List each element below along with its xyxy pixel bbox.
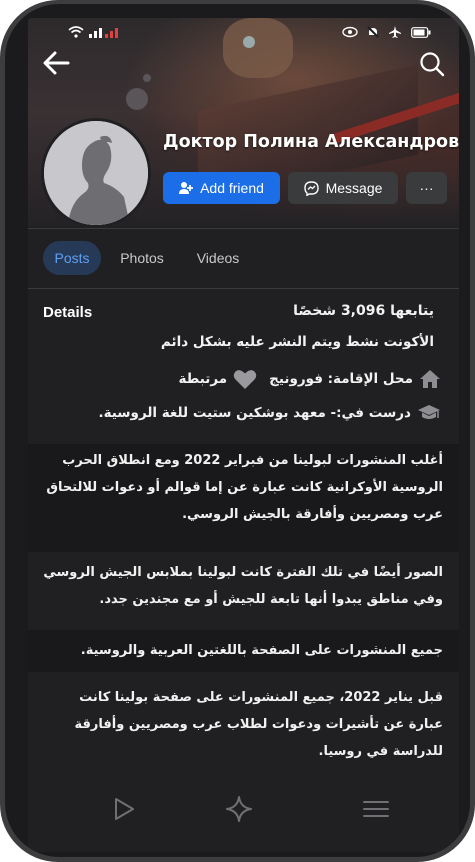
wifi-icon [68,26,89,41]
message-button[interactable]: Message [288,172,398,204]
divider [28,288,459,289]
status-icons [341,26,431,41]
add-friend-label: Add friend [200,180,264,196]
residence-text: محل الإقامة: فورونيج [269,371,413,387]
message-label: Message [325,180,383,196]
add-friend-button[interactable]: Add friend [163,172,280,204]
play-icon[interactable] [109,794,139,824]
divider [28,228,459,229]
details-heading: Details [43,304,93,321]
messenger-icon [303,180,319,196]
tab-posts[interactable]: Posts [43,241,101,275]
info-residence: محل الإقامة: فورونيج مرتبطة [178,366,441,392]
graduation-cap-icon [417,403,441,423]
battery-icon [411,27,431,41]
tab-photos[interactable]: Photos [107,241,177,275]
eye-icon [341,26,368,41]
search-icon[interactable] [419,51,445,77]
sparkle-icon[interactable] [224,794,254,824]
add-person-icon [179,182,194,194]
cellular-signal-icon [88,27,119,41]
back-arrow-icon[interactable] [42,48,72,78]
status-bar [28,24,459,44]
annotation-note: الصور أيضًا في تلك الفترة كانت لبولينا ب… [28,552,459,630]
annotation-note: قبل يناير 2022، جميع المنشورات على صفحة … [28,672,459,759]
signal-icons [68,26,119,41]
info-education: درست في:- معهد بوشكين ستيت للغة الروسية. [98,400,441,426]
mute-icon [367,26,389,41]
more-options-icon: ··· [419,180,434,196]
heart-icon [233,369,257,390]
education-text: درست في:- معهد بوشكين ستيت للغة الروسية. [98,405,411,421]
silhouette-icon [44,121,148,225]
more-options-button[interactable]: ··· [406,172,447,204]
profile-name: Доктор Полина Александровна [163,132,459,152]
followers-count[interactable]: يتابعها 3,096 شخصًا [293,303,434,319]
relationship-text: مرتبطة [178,371,228,387]
annotation-note: جميع المنشورات على الصفحة باللغتين العرب… [28,630,459,672]
airplane-icon [389,26,411,41]
menu-icon[interactable] [361,794,391,824]
account-status-note: الأكونت نشط ويتم النشر عليه بشكل دائم [160,334,434,350]
avatar[interactable] [41,118,151,228]
annotation-note: أغلب المنشورات لبولينا من فبراير 2022 وم… [28,444,459,552]
tab-videos[interactable]: Videos [183,241,253,275]
phone-frame: Доктор Полина Александровна Add friend M… [0,0,475,862]
bottom-nav [28,784,459,834]
home-icon [419,369,441,389]
phone-bezel: Доктор Полина Александровна Add friend M… [5,4,470,857]
profile-screen: Доктор Полина Александровна Add friend M… [28,18,459,852]
